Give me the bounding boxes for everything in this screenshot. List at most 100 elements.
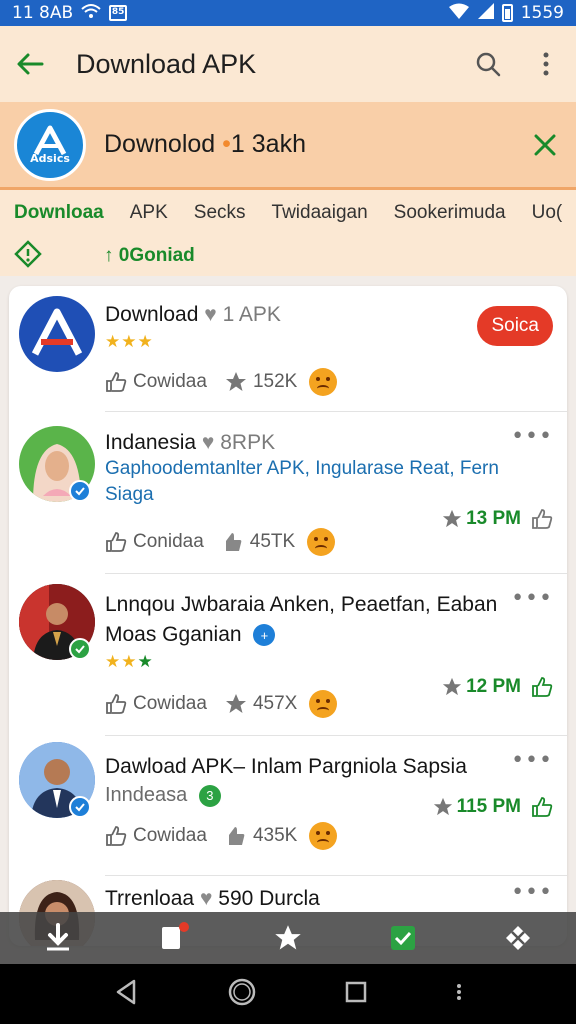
nav-back-icon[interactable] [114,979,138,1009]
item-stats: Cowidaa 457X [105,690,338,718]
item-title-text: Trrenloaa [105,887,195,910]
logo-text: Adsics [30,152,70,165]
stat-value: 457X [252,693,298,714]
tab-sookerimuda[interactable]: Sookerimuda [394,202,506,224]
info-diamond-icon[interactable] [14,240,42,272]
star-icon [442,677,462,696]
rating-stars: ★★★ [105,652,154,672]
item-title: Lnnqou Jwbaraia Anken, Peaetfan, Eaban [105,590,497,619]
item-title: Indanesia ♥ 8RPK [105,428,275,457]
item-title: Trrenloaa ♥ 590 Durcla [105,884,320,913]
stat-label: Cowidaa [133,825,207,846]
wifi-icon [81,3,101,24]
more-horiz-icon[interactable]: ••• [511,748,553,773]
nav-home-icon[interactable] [227,977,257,1011]
item-title-text: Indanesia [105,431,197,454]
tabs-area: Downloaa APK Secks Twidaaigan Sookerimud… [0,190,576,276]
verified-icon [69,796,91,818]
more-horiz-icon[interactable]: ••• [511,586,553,611]
battery-icon [501,4,513,22]
stat-value: 45TK [249,531,296,552]
tab-more[interactable]: Uo( [532,202,563,224]
tools-icon[interactable] [498,918,538,958]
item-stats: Cowidaa 152K [105,368,338,396]
item-title-extra: 8RPK [220,431,276,454]
stat-label: Conidaa [133,531,204,552]
heart-icon: ♥ [204,303,217,326]
list-item[interactable]: Lnnqou Jwbaraia Anken, Peaetfan, Eaban M… [9,574,567,736]
more-horiz-icon[interactable]: ••• [511,424,553,449]
more-horiz-icon[interactable]: ••• [511,880,553,905]
reaction-emoji-icon[interactable] [309,822,338,850]
time-label: 13 PM [466,508,521,529]
item-subtitle-text: Inndeasa [105,784,188,806]
reaction-emoji-icon[interactable] [309,690,338,718]
like-icon[interactable] [531,796,553,818]
close-icon[interactable] [528,128,562,162]
status-bar: 11 8AB 85 1559 [0,0,576,26]
app-bar: Download APK [0,26,576,102]
item-stats: Cowidaa 435K [105,822,338,850]
list-item[interactable]: Dawload APK– Inlam Pargniola Sapsia ••• … [9,736,567,876]
list-item[interactable]: Download ♥ 1 APK ★★★ Soica Cowidaa 152K [9,286,567,412]
nav-recents-icon[interactable] [345,981,367,1007]
item-title-line2: Moas Gganian [105,623,242,646]
rating-stars: ★★★ [105,332,154,352]
status-time: 1559 [520,3,564,23]
nav-menu-icon[interactable] [456,983,462,1005]
heart-icon: ♥ [201,431,215,454]
count-badge: 3 [198,784,221,807]
item-title-extra: 590 Durcla [218,887,320,910]
tab-bar: Downloaa APK Secks Twidaaigan Sookerimud… [0,190,576,236]
search-icon[interactable] [472,48,504,80]
stat-label: Cowidaa [133,371,207,392]
item-subtitle: Inndeasa 3 [105,784,221,807]
item-title: Download ♥ 1 APK [105,300,281,329]
notification-icon[interactable] [153,918,193,958]
star-icon[interactable] [268,918,308,958]
item-title-line1: Lnnqou Jwbaraia Anken, Peaetfan, Eaban [105,593,498,616]
verified-icon [69,480,91,502]
banner-text-num: 1 3akh [230,130,306,158]
status-left-text: 11 8AB [12,3,74,23]
verified-icon [69,638,91,660]
stat-value: 435K [252,825,298,846]
list-item[interactable]: Indanesia ♥ 8RPK ••• Gaphoodemtanlter AP… [9,412,567,574]
download-banner: Adsics Downolod •1 3akh [0,102,576,190]
like-icon[interactable] [531,676,553,698]
back-arrow-icon[interactable] [14,48,46,80]
star-icon [442,509,462,528]
info-badge-icon: + [253,624,276,647]
like-icon[interactable] [105,825,127,847]
banner-text-main: Downolod [104,130,216,158]
banner-title: Downolod •1 3akh [104,130,306,159]
like-icon[interactable] [531,508,553,530]
star-icon [225,694,246,713]
star-icon [433,797,452,816]
stat-value: 152K [252,371,298,392]
tab-twidaaigan[interactable]: Twidaaigan [272,202,368,224]
heart-icon: ♥ [199,887,213,910]
avatar [19,296,95,372]
page-title: Download APK [76,48,257,79]
download-count-text: 0Goniad [118,245,195,266]
tab-apk[interactable]: APK [130,202,168,224]
like-icon[interactable] [105,531,127,553]
like-icon[interactable] [105,371,127,393]
reaction-emoji-icon[interactable] [307,528,336,556]
reaction-emoji-icon[interactable] [309,368,338,396]
tab-secks[interactable]: Secks [194,202,246,224]
tab-subrow: ↑ 0Goniad [0,236,576,276]
cell-signal-icon [477,2,494,24]
like-icon[interactable] [105,693,127,715]
action-button[interactable]: Soica [477,306,553,346]
tab-download[interactable]: Downloaa [14,202,104,224]
notification-box-icon: 85 [109,5,128,21]
download-check-icon[interactable] [38,918,78,958]
more-vert-icon[interactable] [530,48,562,80]
thumb-icon [228,827,245,845]
bottom-action-bar [0,912,576,964]
star-icon [225,372,246,391]
item-title-text: Download [105,303,199,326]
checkbox-icon[interactable] [383,918,423,958]
